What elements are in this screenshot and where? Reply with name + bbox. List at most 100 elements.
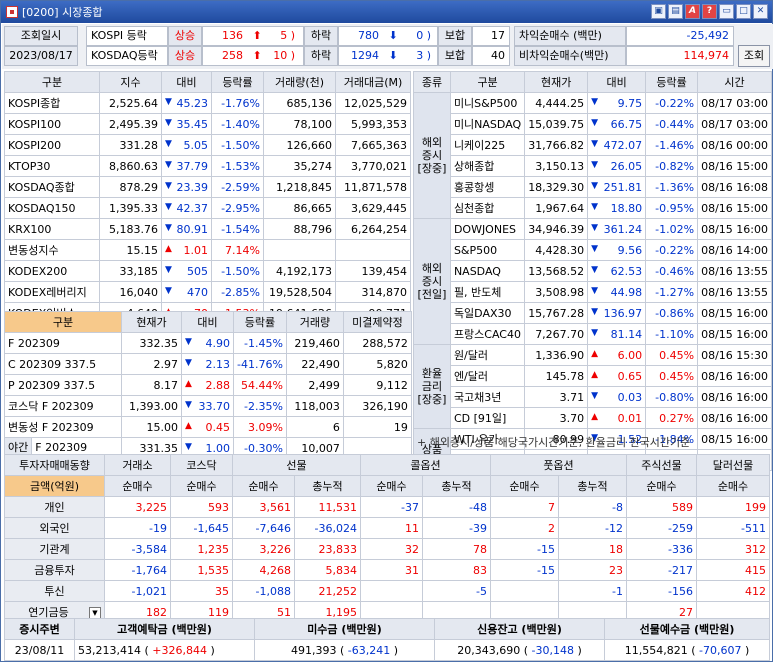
overseas-row[interactable]: 환율 금리 [장중] 원/달러 1,336.90 ▲ 6.00 0.45% 08/16 15… — [413, 344, 772, 429]
overseas-row[interactable]: 해외 증시 [장중] 미니S&P500 4,444.25 ▼ 9.75 -0.22% 08/… — [413, 92, 772, 219]
row-volume — [263, 239, 336, 261]
row-rate: 7.14% — [211, 239, 264, 261]
row-change-value: 0.45 — [205, 420, 231, 434]
investor-row[interactable]: 금융투자 -1,764 1,535 4,268 5,834 31 83 -15 23 -217 41… — [4, 559, 770, 581]
unpaid-value: 491,393 — [290, 643, 337, 657]
overseas-row[interactable]: 상해종합 3,150.13 ▼ 26.05 -0.82% 08/16 15:00 — [414, 155, 772, 177]
row-rate: -1.27% — [645, 281, 699, 303]
row-change: ▼ 505 — [161, 260, 212, 282]
down-triangle-icon: ▼ — [591, 180, 599, 191]
down-triangle-icon: ▼ — [591, 159, 599, 170]
maximize-icon[interactable]: □ — [736, 4, 751, 19]
overseas-row[interactable]: 프랑스CAC40 7,267.70 ▼ 81.14 -1.10% 08/15 16:00 — [414, 323, 772, 345]
investor-row[interactable]: 개인 3,225 593 3,561 11,531 -37 -48 7 -8 589 199 — [4, 496, 770, 518]
kosdaq-flat-label: 보합 — [438, 46, 472, 66]
row-change: ▼ 45.23 — [161, 92, 212, 114]
down-triangle-icon: ▼ — [165, 117, 172, 128]
overseas-row[interactable]: NASDAQ 13,568.52 ▼ 62.53 -0.46% 08/16 13:55 — [414, 260, 772, 282]
investor-value: -48 — [422, 496, 491, 518]
overseas-row[interactable]: 엔/달러 145.78 ▲ 0.65 0.45% 08/16 16:00 — [414, 365, 772, 387]
row-price: 15.00 — [121, 416, 182, 438]
row-change: ▼ 2.13 — [181, 353, 234, 375]
investor-value: -1,088 — [232, 580, 295, 602]
futures-row[interactable]: 코스닥 F 202309 1,393.00 ▼ 33.70 -2.35% 118,003 3… — [4, 395, 412, 417]
kosdaq-up-label: 상승 — [168, 46, 202, 66]
overseas-row[interactable]: 미니NASDAQ 15,039.75 ▼ 66.75 -0.44% 08/17 03:00 — [414, 113, 772, 135]
link-icon[interactable]: ▣ — [651, 4, 666, 19]
row-rate: 0.45% — [645, 344, 699, 366]
futures-row[interactable]: 변동성 F 202309 15.00 ▲ 0.45 3.09% 6 19 — [4, 416, 412, 438]
overseas-row[interactable]: 필, 반도체 3,508.98 ▼ 44.98 -1.27% 08/16 13:55 — [414, 281, 772, 303]
query-button[interactable]: 조회 — [738, 45, 770, 67]
index-row[interactable]: KOSDAQ종합 878.29 ▼ 23.39 -2.59% 1,218,845 11,87… — [4, 176, 411, 198]
investor-row[interactable]: 투신 -1,021 35 -1,088 21,252 -5 -1 -156 412 — [4, 580, 770, 602]
index-row[interactable]: KOSPI100 2,495.39 ▼ 35.45 -1.40% 78,100 5,993,… — [4, 113, 411, 135]
overseas-row[interactable]: 심천종합 1,967.64 ▼ 18.80 -0.95% 08/16 15:00 — [414, 197, 772, 219]
col-market: 증시주변 — [4, 618, 75, 640]
row-volume: 219,460 — [285, 332, 344, 354]
kospi-down-count: 780 — [358, 29, 379, 42]
index-row[interactable]: KOSDAQ150 1,395.33 ▼ 42.37 -2.95% 86,665 3,629… — [4, 197, 411, 219]
deposit-cell: 53,213,414 ( +326,844 ) — [74, 639, 255, 661]
down-triangle-icon: ▼ — [185, 357, 192, 368]
kosdaq-up-count: 258 — [222, 49, 243, 62]
minimize-icon[interactable]: ▭ — [719, 4, 734, 19]
investor-name: 개인 — [44, 501, 65, 514]
date-input[interactable]: 2023/08/17 — [4, 46, 78, 66]
overseas-row[interactable]: 홍콩항셍 18,329.30 ▼ 251.81 -1.36% 08/16 16:08 — [414, 176, 772, 198]
index-row[interactable]: KODEX200 33,185 ▼ 505 -1.50% 4,192,173 139,454 — [4, 260, 411, 282]
close-icon[interactable]: ✕ — [753, 4, 768, 19]
row-change: ▼ 26.05 — [587, 155, 647, 177]
futures-row[interactable]: F 202309 332.35 ▼ 4.90 -1.45% 219,460 288,572 — [4, 332, 412, 354]
overseas-row[interactable]: 독일DAX30 15,767.28 ▼ 136.97 -0.86% 08/15 16:00 — [414, 302, 772, 324]
investor-row[interactable]: 외국인 -19 -1,645 -7,646 -36,024 11 -39 2 -12 -259 -5… — [4, 517, 770, 539]
row-time: 08/16 13:55 — [697, 260, 772, 282]
row-change-value: 5.05 — [183, 138, 209, 152]
index-row[interactable]: KTOP30 8,860.63 ▼ 37.79 -1.53% 35,274 3,770,02… — [4, 155, 411, 177]
investor-value — [360, 580, 423, 602]
investor-value: 23,833 — [294, 538, 361, 560]
row-price: 18,329.30 — [524, 176, 589, 198]
futures-row[interactable]: C 202309 337.5 2.97 ▼ 2.13 -41.76% 22,490 5,82… — [4, 353, 412, 375]
row-rate: 0.45% — [645, 365, 699, 387]
investor-row[interactable]: 기관계 -3,584 1,235 3,226 23,833 32 78 -15 18 -336 31… — [4, 538, 770, 560]
investor-name: 금융투자 — [34, 564, 75, 577]
row-name: 변동성 F 202309 — [4, 416, 122, 438]
index-row[interactable]: KRX100 5,183.76 ▼ 80.91 -1.54% 88,796 6,264,25… — [4, 218, 411, 240]
row-rate: -2.35% — [233, 395, 287, 417]
index-row[interactable]: 변동성지수 15.15 ▲ 1.01 7.14% — [4, 239, 411, 261]
row-time: 08/16 14:00 — [697, 239, 772, 261]
overseas-row[interactable]: 국고채3년 3.71 ▼ 0.03 -0.80% 08/16 16:00 — [414, 386, 772, 408]
overseas-row[interactable]: 니케이225 31,766.82 ▼ 472.07 -1.46% 08/16 00:00 — [414, 134, 772, 156]
overseas-row[interactable]: S&P500 4,428.30 ▼ 9.56 -0.22% 08/16 14:00 — [414, 239, 772, 261]
font-icon[interactable]: A — [685, 4, 700, 19]
row-change-value: 81.14 — [610, 327, 643, 341]
futures-row[interactable]: P 202309 337.5 8.17 ▲ 2.88 54.44% 2,499 9,112 — [4, 374, 412, 396]
kospi-flat-label: 보합 — [438, 26, 472, 46]
row-rate: -0.22% — [645, 239, 699, 261]
overseas-row[interactable]: CD [91일] 3.70 ▲ 0.01 0.27% 08/16 16:00 — [414, 407, 772, 429]
index-row[interactable]: KOSPI200 331.28 ▼ 5.05 -1.50% 126,660 7,665,36… — [4, 134, 411, 156]
row-amount: 314,870 — [335, 281, 411, 303]
row-price: 332.35 — [121, 332, 182, 354]
row-price: 4,444.25 — [524, 92, 589, 114]
down-triangle-icon: ▼ — [591, 243, 599, 254]
index-row[interactable]: KOSPI종합 2,525.64 ▼ 45.23 -1.76% 685,136 12,025… — [4, 92, 411, 114]
overseas-row[interactable]: 해외 증시 [전일] DOWJONES 34,946.39 ▼ 361.24 -1.02%… — [413, 218, 772, 345]
layout-icon[interactable]: ▤ — [668, 4, 683, 19]
row-open-interest: 326,190 — [342, 395, 412, 417]
investor-value: -37 — [360, 496, 423, 518]
row-change: ▲ 6.00 — [587, 344, 647, 366]
kospi-up-label: 상승 — [168, 26, 202, 46]
row-value: 16,040 — [99, 281, 162, 303]
help-icon[interactable]: ? — [702, 4, 717, 19]
col-unpaid: 미수금 (백만원) — [254, 618, 435, 640]
kosdaq-adv-label: KOSDAQ등락 — [86, 46, 168, 66]
funds-date: 23/08/11 — [4, 639, 75, 661]
summary-bar: 조회일시 2023/08/17 KOSPI 등락 상승 136 ⬆ 5 ) 하락… — [2, 24, 773, 69]
row-value: 33,185 — [99, 260, 162, 282]
investor-name: 외국인 — [39, 522, 70, 535]
credit-cell: 20,343,690 ( -30,148 ) — [434, 639, 605, 661]
index-row[interactable]: KODEX레버리지 16,040 ▼ 470 -2.85% 19,528,504 314,8… — [4, 281, 411, 303]
sub-header: 순매수 — [170, 475, 233, 497]
